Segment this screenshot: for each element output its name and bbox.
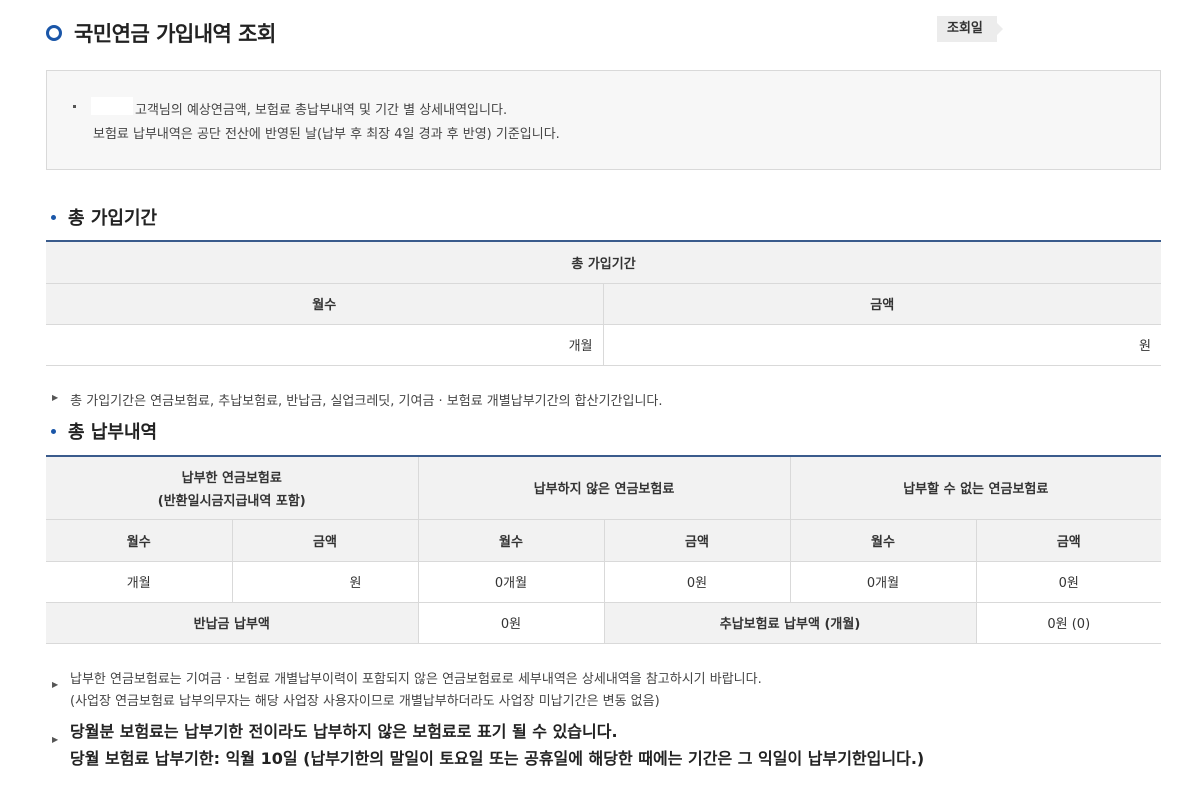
- months-value: 개월: [46, 324, 603, 366]
- sub-header-amount: 금액: [975, 519, 1162, 562]
- paid-amount-text: 원: [349, 576, 362, 591]
- section-title: 총 가입기간: [68, 208, 158, 229]
- paid-amount-value: 원: [231, 561, 419, 603]
- refund-value: 0원: [417, 602, 605, 644]
- group-header-line: (반환일시금지급내역 포함): [157, 493, 306, 509]
- refund-label: 반납금 납부액: [46, 602, 419, 644]
- col-header-amount: 금액: [602, 283, 1162, 325]
- page-title: 국민연금 가입내역 조회: [46, 18, 276, 48]
- note-text: 총 가입기간은 연금보험료, 추납보험료, 반납금, 실업크레딧, 기여금 · …: [70, 394, 663, 409]
- note-period: ▶ 총 가입기간은 연금보험료, 추납보험료, 반납금, 실업크레딧, 기여금 …: [52, 390, 663, 409]
- group-header-line: 납부한 연금보험료: [181, 470, 282, 486]
- extra-payment-label: 추납보험료 납부액 (개월): [603, 602, 977, 644]
- group-header-unpaid: 납부하지 않은 연금보험료: [417, 456, 791, 520]
- sub-header-amount: 금액: [603, 519, 791, 562]
- dot-bullet-icon: [51, 214, 56, 220]
- amount-value: 원: [602, 324, 1162, 366]
- page-title-text: 국민연금 가입내역 조회: [74, 22, 276, 46]
- inquiry-date-label: 조회일: [937, 16, 1003, 42]
- masked-customer-name: [91, 97, 133, 115]
- section-total-period: 총 가입기간: [46, 204, 157, 230]
- sub-header-months: 월수: [417, 519, 605, 562]
- notice-box: 고객님의 예상연금액, 보험료 총납부내역 및 기간 별 상세내역입니다. 보험…: [46, 70, 1161, 170]
- dot-bullet-icon: [51, 428, 56, 434]
- section-total-payment: 총 납부내역: [46, 418, 157, 444]
- col-header-months: 월수: [46, 283, 603, 325]
- triangle-bullet-icon: ▶: [52, 393, 59, 402]
- total-payment-table: 납부한 연금보험료 (반환일시금지급내역 포함) 납부하지 않은 연금보험료 납…: [46, 455, 1162, 644]
- notice-line-2: 보험료 납부내역은 공단 전산에 반영된 날(납부 후 최장 4일 경과 후 반…: [93, 127, 560, 142]
- group-header-paid: 납부한 연금보험료 (반환일시금지급내역 포함): [46, 456, 419, 520]
- triangle-bullet-icon: ▶: [52, 735, 59, 744]
- sub-header-months: 월수: [46, 519, 232, 562]
- unpayable-amount-value: 0원: [975, 561, 1162, 603]
- unpaid-months-value: 0개월: [417, 561, 605, 603]
- sub-header-months: 월수: [789, 519, 977, 562]
- paid-months-value: 개월: [46, 561, 232, 603]
- unpayable-months-value: 0개월: [789, 561, 977, 603]
- notice-line-1: 고객님의 예상연금액, 보험료 총납부내역 및 기간 별 상세내역입니다.: [135, 103, 508, 118]
- sub-header-amount: 금액: [231, 519, 419, 562]
- extra-payment-value: 0원 (0): [975, 602, 1162, 644]
- total-period-table: 총 가입기간 월수 금액 개월 원: [46, 240, 1162, 366]
- section-title: 총 납부내역: [68, 422, 158, 443]
- triangle-bullet-icon: ▶: [52, 680, 59, 689]
- group-header-unpayable: 납부할 수 없는 연금보험료: [789, 456, 1162, 520]
- bold-note-due-date: 당월 보험료 납부기한: 익월 10일 (납부기한의 말일이 토요일 또는 공휴…: [70, 749, 925, 768]
- unpaid-amount-value: 0원: [603, 561, 791, 603]
- circle-bullet-icon: [46, 25, 62, 41]
- bold-note-current-month: 당월분 보험료는 납부기한 전이라도 납부하지 않은 보험료로 표기 될 수 있…: [70, 722, 618, 741]
- table-header: 총 가입기간: [46, 241, 1162, 284]
- note-workplace: (사업장 연금보험료 납부의무자는 해당 사업장 사용자이므로 개별납부하더라도…: [70, 694, 660, 709]
- square-bullet-icon: [73, 105, 76, 108]
- note-paid-detail: 납부한 연금보험료는 기여금 · 보험료 개별납부이력이 포함되지 않은 연금보…: [70, 672, 762, 687]
